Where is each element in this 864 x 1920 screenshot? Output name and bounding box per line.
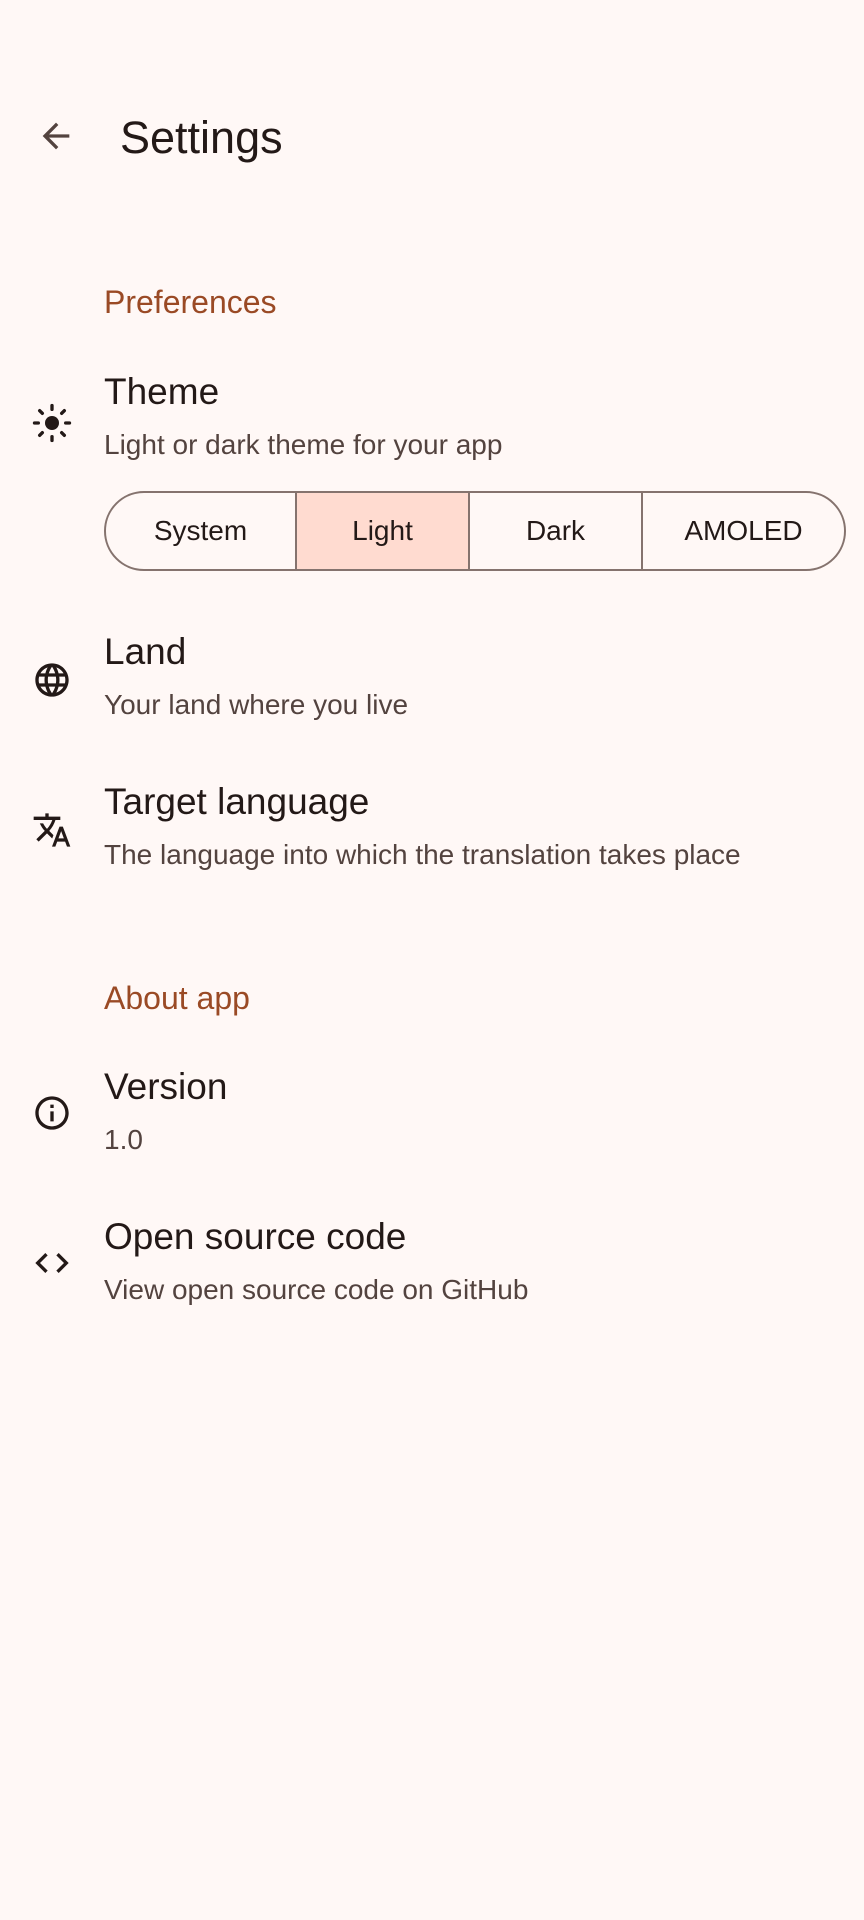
version-value: 1.0 xyxy=(104,1124,143,1155)
section-header-preferences: Preferences xyxy=(104,284,277,320)
theme-option-light[interactable]: Light xyxy=(295,491,470,571)
theme-option-amoled[interactable]: AMOLED xyxy=(641,491,846,571)
land-subtitle: Your land where you live xyxy=(104,689,409,720)
sun-icon xyxy=(30,401,74,445)
land-title: Land xyxy=(104,631,187,672)
target-language-subtitle: The language into which the translation … xyxy=(104,839,741,870)
version-title: Version xyxy=(104,1066,228,1107)
theme-title: Theme xyxy=(104,371,220,412)
theme-segmented-control: System Light Dark AMOLED xyxy=(104,491,864,571)
arrow-back-icon xyxy=(42,122,70,150)
open-source-title: Open source code xyxy=(104,1216,407,1257)
page-title: Settings xyxy=(120,112,283,163)
theme-option-system[interactable]: System xyxy=(104,491,297,571)
code-icon xyxy=(30,1241,74,1285)
top-app-bar: Settings xyxy=(0,0,864,285)
section-header-about: About app xyxy=(104,980,250,1016)
target-language-setting[interactable]: Target language The language into which … xyxy=(0,770,864,900)
info-icon xyxy=(30,1091,74,1135)
back-button[interactable] xyxy=(20,100,92,172)
open-source-subtitle: View open source code on GitHub xyxy=(104,1274,529,1305)
globe-icon xyxy=(30,658,74,702)
land-setting[interactable]: Land Your land where you live xyxy=(0,620,864,750)
open-source-setting[interactable]: Open source code View open source code o… xyxy=(0,1205,864,1335)
theme-subtitle: Light or dark theme for your app xyxy=(104,429,503,460)
translate-icon xyxy=(30,808,74,852)
target-language-title: Target language xyxy=(104,781,370,822)
theme-option-dark[interactable]: Dark xyxy=(468,491,643,571)
version-setting[interactable]: Version 1.0 xyxy=(0,1055,864,1185)
